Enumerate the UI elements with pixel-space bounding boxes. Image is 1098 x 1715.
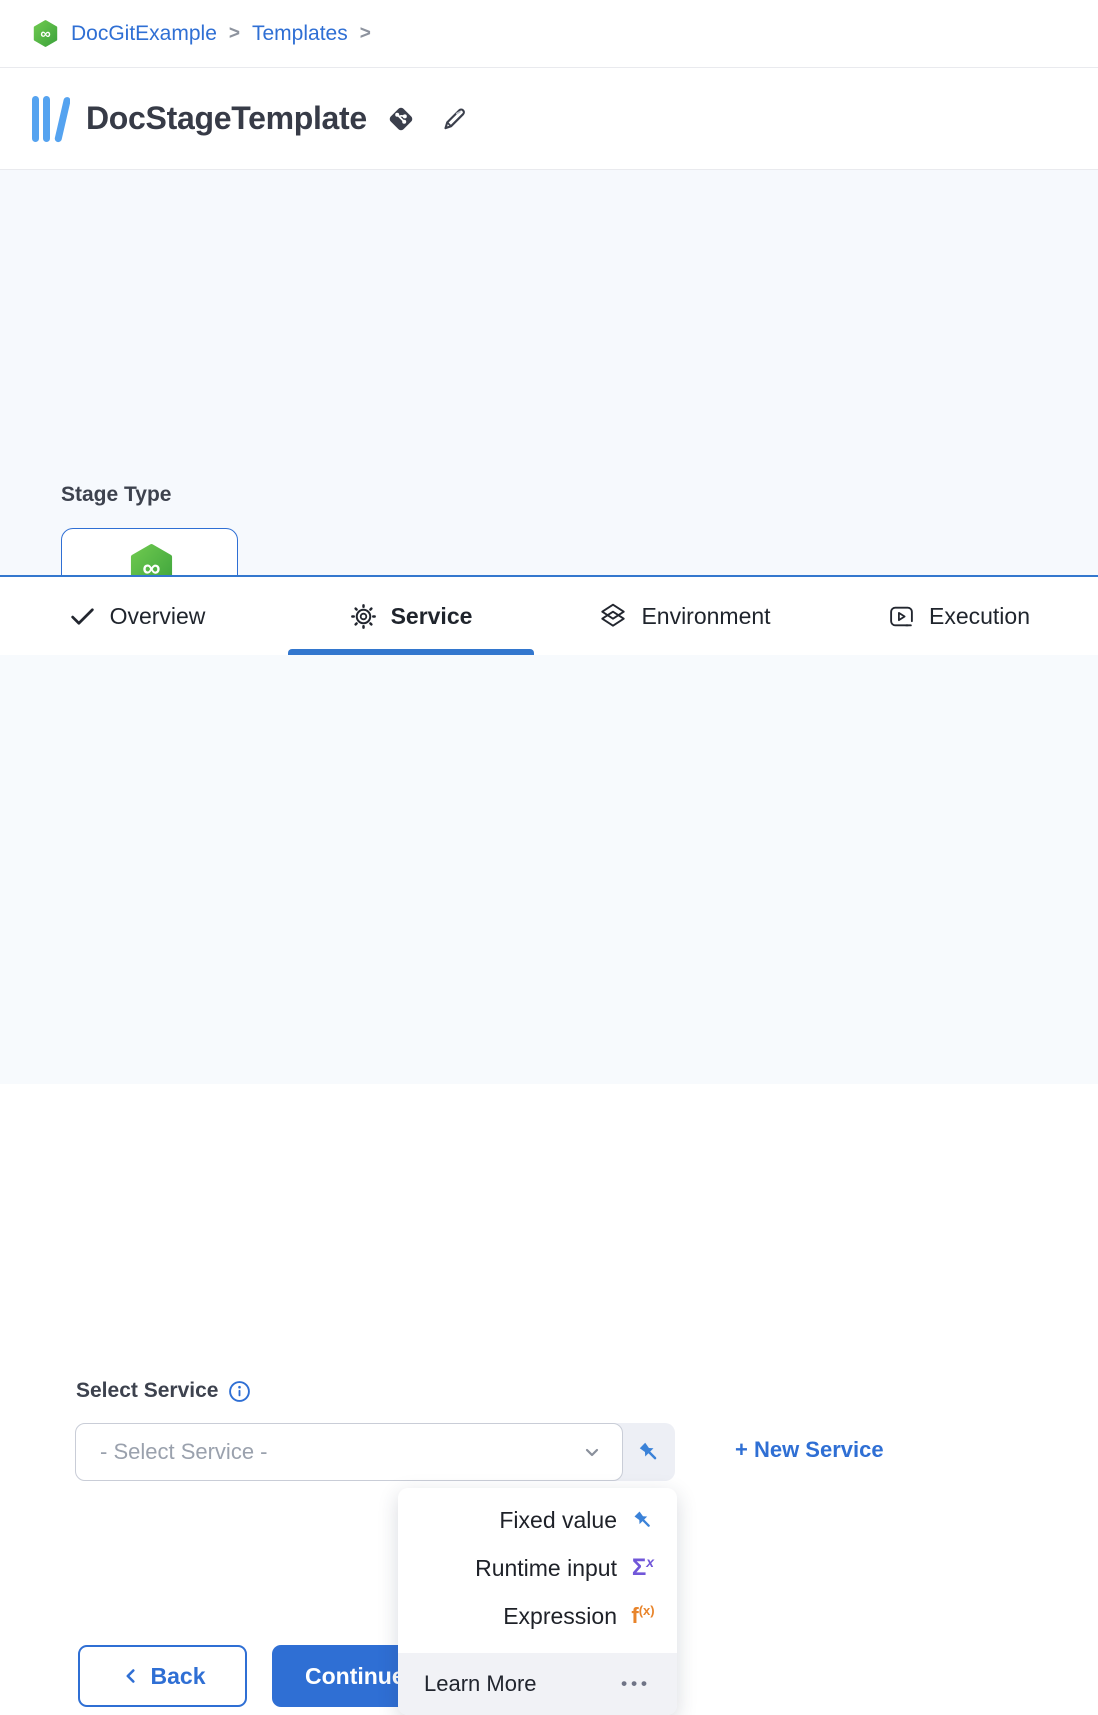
service-tab-panel: Select Service - Select Service -	[0, 655, 1098, 1084]
tab-execution-label: Execution	[929, 603, 1030, 630]
breadcrumb: ∞ DocGitExample > Templates >	[0, 0, 1098, 68]
select-service-label: Select Service	[76, 1379, 218, 1403]
value-type-toggle-button[interactable]	[623, 1423, 675, 1481]
tab-environment-label: Environment	[641, 603, 770, 630]
stage-type-label: Stage Type	[61, 483, 171, 507]
breadcrumb-separator: >	[360, 23, 371, 45]
tab-execution[interactable]: Execution	[822, 577, 1096, 655]
chevron-down-icon	[580, 1440, 604, 1464]
menu-item-expression[interactable]: Expression f(x)	[398, 1592, 677, 1640]
harness-ci-logo-icon: ∞	[32, 19, 59, 48]
learn-more-link[interactable]: Learn More	[424, 1671, 537, 1697]
fixed-value-label: Fixed value	[499, 1507, 617, 1534]
pin-icon	[636, 1439, 663, 1466]
breadcrumb-separator: >	[229, 23, 240, 45]
new-service-link[interactable]: + New Service	[735, 1437, 884, 1463]
check-icon	[69, 603, 96, 630]
continue-button-label: Continue	[305, 1663, 405, 1690]
tab-environment[interactable]: Environment	[548, 577, 822, 655]
layers-icon	[599, 602, 627, 630]
menu-item-runtime-input[interactable]: Runtime input Σx	[398, 1544, 677, 1592]
back-button[interactable]: Back	[78, 1645, 247, 1707]
info-icon[interactable]	[228, 1380, 251, 1403]
back-button-label: Back	[151, 1663, 206, 1690]
menu-item-fixed-value[interactable]: Fixed value	[398, 1496, 677, 1544]
runtime-input-label: Runtime input	[475, 1555, 617, 1582]
value-type-menu-footer: Learn More •••	[398, 1653, 677, 1715]
sigma-icon: Σx	[629, 1554, 657, 1582]
service-select-group: - Select Service -	[75, 1423, 675, 1481]
page-title: DocStageTemplate	[86, 100, 367, 137]
fx-icon: f(x)	[629, 1603, 657, 1629]
git-sync-icon[interactable]	[385, 103, 417, 135]
pin-icon	[629, 1508, 657, 1533]
breadcrumb-templates-link[interactable]: Templates	[252, 22, 348, 46]
stage-tabs: Overview Service	[0, 575, 1098, 655]
chevron-left-icon	[120, 1665, 142, 1687]
gear-icon	[350, 603, 377, 630]
infinity-glyph: ∞	[40, 27, 50, 43]
tab-overview-label: Overview	[110, 603, 206, 630]
title-bar: DocStageTemplate	[0, 68, 1098, 170]
service-select[interactable]: - Select Service -	[75, 1423, 623, 1481]
value-type-menu: Fixed value Runtime input Σx Expression …	[398, 1488, 677, 1715]
expression-label: Expression	[503, 1603, 617, 1630]
edit-icon[interactable]	[439, 104, 469, 134]
stage-type-section: Stage Type ∞ </>	[0, 170, 1098, 575]
tab-service-label: Service	[391, 603, 473, 630]
more-options-icon[interactable]: •••	[621, 1674, 651, 1694]
tab-overview[interactable]: Overview	[0, 577, 274, 655]
execution-play-icon	[888, 603, 915, 630]
template-library-icon	[30, 94, 70, 144]
breadcrumb-project-link[interactable]: DocGitExample	[71, 22, 217, 46]
service-select-placeholder: - Select Service -	[100, 1439, 580, 1465]
tab-service[interactable]: Service	[274, 577, 548, 655]
